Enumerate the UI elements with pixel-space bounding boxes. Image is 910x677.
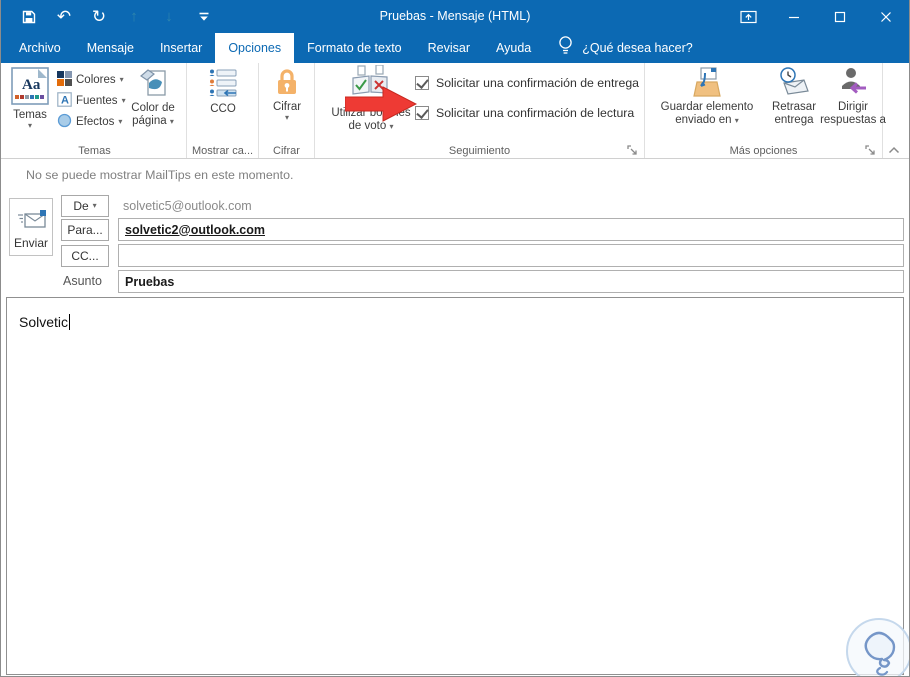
group-label-mostrar-campos: Mostrar ca... bbox=[191, 145, 254, 157]
dropdown-caret-icon: ▾ bbox=[27, 121, 32, 130]
confirmacion-lectura-row: Solicitar una confirmación de lectura bbox=[415, 106, 634, 120]
close-icon[interactable] bbox=[863, 0, 909, 33]
dropdown-caret-icon: ▾ bbox=[92, 201, 97, 210]
retrasar-entrega-button[interactable]: Retrasar entrega bbox=[765, 67, 823, 127]
tell-me-label[interactable]: ¿Qué desea hacer? bbox=[582, 41, 693, 55]
temas-small-buttons: Colores ▾ A Fuentes ▾ Efectos ▾ bbox=[57, 70, 126, 130]
temas-icon: Aa bbox=[11, 67, 49, 109]
asunto-label: Asunto bbox=[63, 274, 102, 288]
lightbulb-icon bbox=[558, 35, 573, 61]
checkbox-label: Solicitar una confirmación de entrega bbox=[436, 76, 640, 90]
checkbox-confirmacion-lectura[interactable] bbox=[415, 106, 429, 120]
efectos-button[interactable]: Efectos ▾ bbox=[57, 113, 126, 130]
cc-button[interactable]: CC... bbox=[61, 245, 109, 267]
tab-insertar[interactable]: Insertar bbox=[147, 33, 215, 63]
group-temas: Aa Temas ▾ Colores ▾ A Fuentes ▾ Efectos… bbox=[3, 63, 187, 158]
group-cifrar: Cifrar ▾ Cifrar bbox=[259, 63, 315, 158]
titlebar: ↶ ↻ ↑ ↓ Pruebas - Mensaje (HTML) bbox=[1, 0, 909, 33]
efectos-icon bbox=[57, 113, 72, 131]
color-de-pagina-button[interactable]: Color de página ▾ bbox=[123, 67, 183, 128]
annotation-arrow-icon bbox=[344, 86, 418, 127]
colores-icon bbox=[57, 70, 72, 89]
maximize-icon[interactable] bbox=[817, 0, 863, 33]
fuentes-button[interactable]: A Fuentes ▾ bbox=[57, 91, 126, 110]
group-label-temas: Temas bbox=[78, 145, 111, 157]
tab-revisar[interactable]: Revisar bbox=[415, 33, 483, 63]
text-cursor bbox=[69, 314, 71, 330]
para-recipient[interactable]: solvetic2@outlook.com bbox=[125, 223, 265, 237]
asunto-value: Pruebas bbox=[125, 274, 175, 289]
tell-me-box[interactable]: ¿Qué desea hacer? bbox=[558, 33, 693, 63]
dropdown-caret-icon: ▾ bbox=[734, 116, 739, 125]
dropdown-caret-icon: ▾ bbox=[118, 116, 123, 126]
save-sent-item-icon bbox=[691, 67, 723, 101]
minimize-icon[interactable] bbox=[771, 0, 817, 33]
mailtips-bar: No se puede mostrar MailTips en este mom… bbox=[1, 160, 909, 190]
ribbon-tab-bar: Archivo Mensaje Insertar Opciones Format… bbox=[1, 33, 909, 63]
tab-opciones[interactable]: Opciones bbox=[215, 33, 295, 63]
group-label-cifrar: Cifrar bbox=[273, 145, 300, 157]
cc-input[interactable] bbox=[118, 244, 904, 267]
de-button[interactable]: De ▾ bbox=[61, 195, 109, 217]
message-text: Solvetic bbox=[19, 314, 69, 330]
colores-button[interactable]: Colores ▾ bbox=[57, 70, 126, 89]
tab-archivo[interactable]: Archivo bbox=[6, 33, 74, 63]
group-label-mas-opciones: Más opciones bbox=[729, 145, 798, 157]
tab-ayuda[interactable]: Ayuda bbox=[483, 33, 544, 63]
delay-delivery-icon bbox=[778, 67, 810, 101]
group-mas-opciones: Guardar elemento enviado en ▾ Retrasar e… bbox=[645, 63, 886, 158]
collapse-ribbon-icon[interactable] bbox=[888, 141, 902, 154]
lock-icon bbox=[275, 68, 299, 101]
group-mostrar-campos: CCO Mostrar ca... bbox=[187, 63, 259, 158]
temas-button[interactable]: Aa Temas ▾ bbox=[7, 67, 53, 130]
page-color-icon bbox=[138, 67, 168, 102]
message-header-form: Enviar De ▾ solvetic5@outlook.com Para..… bbox=[1, 190, 909, 297]
enviar-button[interactable]: Enviar bbox=[9, 198, 53, 256]
ribbon: Aa Temas ▾ Colores ▾ A Fuentes ▾ Efectos… bbox=[1, 63, 909, 159]
asunto-input[interactable]: Pruebas bbox=[118, 270, 904, 293]
group-label-seguimiento: Seguimiento bbox=[448, 145, 511, 157]
lightbulb-sketch-watermark-icon bbox=[844, 616, 909, 676]
dirigir-respuestas-button[interactable]: Dirigir respuestas a bbox=[820, 67, 886, 127]
fuentes-icon: A bbox=[57, 91, 72, 110]
cco-icon bbox=[209, 69, 237, 103]
svg-text:Aa: Aa bbox=[22, 77, 41, 93]
guardar-elemento-button[interactable]: Guardar elemento enviado en ▾ bbox=[651, 67, 763, 127]
checkbox-confirmacion-entrega[interactable] bbox=[415, 76, 429, 90]
para-button[interactable]: Para... bbox=[61, 219, 109, 241]
outlook-message-window: ↶ ↻ ↑ ↓ Pruebas - Mensaje (HTML) Archivo… bbox=[0, 0, 910, 677]
window-controls bbox=[725, 0, 909, 33]
cifrar-button[interactable]: Cifrar ▾ bbox=[267, 68, 307, 122]
dropdown-caret-icon: ▾ bbox=[169, 117, 174, 126]
enviar-label: Enviar bbox=[13, 236, 48, 250]
ribbon-display-options-icon[interactable] bbox=[725, 0, 771, 33]
dropdown-caret-icon: ▾ bbox=[284, 113, 289, 122]
send-envelope-icon bbox=[18, 210, 46, 228]
message-body-editor[interactable]: Solvetic bbox=[6, 297, 904, 675]
confirmacion-entrega-row: Solicitar una confirmación de entrega bbox=[415, 76, 639, 90]
svg-text:A: A bbox=[61, 94, 69, 106]
checkbox-label: Solicitar una confirmación de lectura bbox=[436, 106, 635, 120]
direct-replies-icon bbox=[839, 67, 867, 101]
tab-formato-de-texto[interactable]: Formato de texto bbox=[294, 33, 415, 63]
de-value: solvetic5@outlook.com bbox=[123, 199, 252, 213]
tab-mensaje[interactable]: Mensaje bbox=[74, 33, 147, 63]
mailtips-message: No se puede mostrar MailTips en este mom… bbox=[26, 168, 294, 182]
para-input[interactable]: solvetic2@outlook.com bbox=[118, 218, 904, 241]
cco-button[interactable]: CCO bbox=[199, 69, 247, 116]
